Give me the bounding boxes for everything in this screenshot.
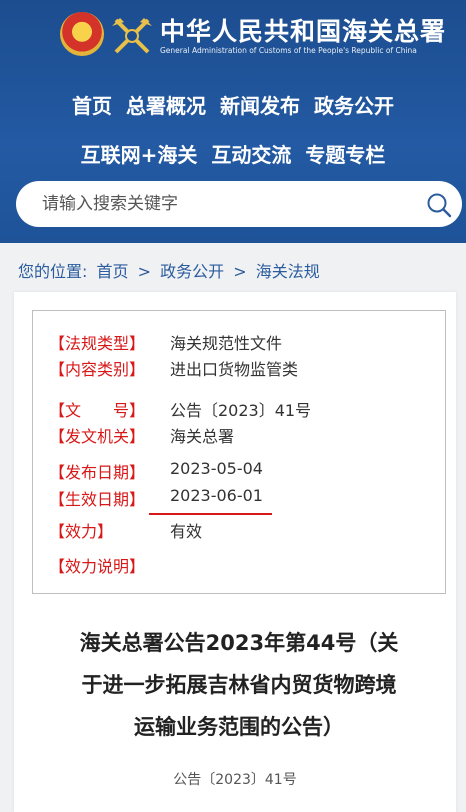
breadcrumb-separator: >	[137, 262, 152, 281]
customs-emblem-icon	[112, 18, 152, 54]
breadcrumb-home[interactable]: 首页	[97, 262, 129, 281]
meta-value: 2023-05-04	[170, 459, 263, 478]
main-nav-row-1: 首页 总署概况 新闻发布 政务公开	[0, 90, 466, 119]
meta-value: 进出口货物监管类	[170, 360, 299, 379]
nav-internet-customs[interactable]: 互联网+海关	[81, 139, 198, 168]
breadcrumb-separator: >	[233, 262, 247, 281]
breadcrumb-customs-regulations[interactable]: 海关法规	[256, 262, 320, 281]
site-header: 中华人民共和国海关总署 General Administration of Cu…	[0, 0, 466, 243]
main-nav-row-2: 互联网+海关 互动交流 专题专栏	[0, 139, 466, 168]
meta-label: 【效力说明】	[49, 557, 146, 576]
meta-label: 【生效日期】	[49, 490, 146, 509]
nav-government-affairs[interactable]: 政务公开	[314, 90, 394, 119]
search-icon[interactable]	[426, 192, 452, 218]
nav-special-topics[interactable]: 专题专栏	[305, 139, 385, 168]
document-title-line: 于进一步拓展吉林省内贸货物跨境	[81, 673, 397, 697]
meta-label: 【发布日期】	[49, 463, 146, 482]
meta-value: 海关总署	[170, 427, 235, 446]
breadcrumb-prefix: 您的位置:	[18, 262, 88, 281]
search-bar	[16, 181, 462, 227]
breadcrumb-government-affairs[interactable]: 政务公开	[160, 262, 224, 281]
site-title: 中华人民共和国海关总署	[160, 17, 447, 46]
document-title-line: 海关总署公告2023年第44号（关	[79, 631, 399, 655]
document-number: 公告〔2023〕41号	[173, 772, 297, 788]
search-input[interactable]	[42, 181, 412, 227]
document-metadata: 【法规类型】 海关规范性文件 【内容类别】 进出口货物监管类 【文 号】 公告〔…	[32, 310, 446, 594]
nav-news[interactable]: 新闻发布	[220, 90, 300, 119]
site-subtitle: General Administration of Customs of the…	[160, 46, 417, 55]
nav-interaction[interactable]: 互动交流	[211, 139, 291, 168]
document-title-line: 运输业务范围的公告）	[134, 715, 344, 739]
document-title: 海关总署公告2023年第44号（关 于进一步拓展吉林省内贸货物跨境 运输业务范围…	[34, 622, 444, 748]
meta-label: 【内容类别】	[49, 360, 146, 379]
nav-home[interactable]: 首页	[72, 90, 112, 119]
nav-about[interactable]: 总署概况	[126, 90, 206, 119]
meta-label: 【发文机关】	[49, 427, 146, 446]
meta-value: 公告〔2023〕41号	[170, 401, 312, 420]
meta-value: 海关规范性文件	[170, 334, 283, 353]
meta-label: 【文 号】	[49, 401, 146, 420]
site-logo[interactable]: 中华人民共和国海关总署 General Administration of Cu…	[60, 10, 460, 60]
article-card: 【法规类型】 海关规范性文件 【内容类别】 进出口货物监管类 【文 号】 公告〔…	[14, 292, 456, 812]
meta-value: 有效	[170, 522, 203, 541]
meta-label: 【效力】	[49, 522, 114, 541]
national-emblem-icon	[60, 12, 104, 56]
breadcrumb: 您的位置: 首页 > 政务公开 > 海关法规	[18, 258, 324, 282]
meta-value: 2023-06-01	[170, 486, 263, 505]
effective-date-underline	[149, 513, 272, 515]
meta-label: 【法规类型】	[49, 334, 146, 353]
